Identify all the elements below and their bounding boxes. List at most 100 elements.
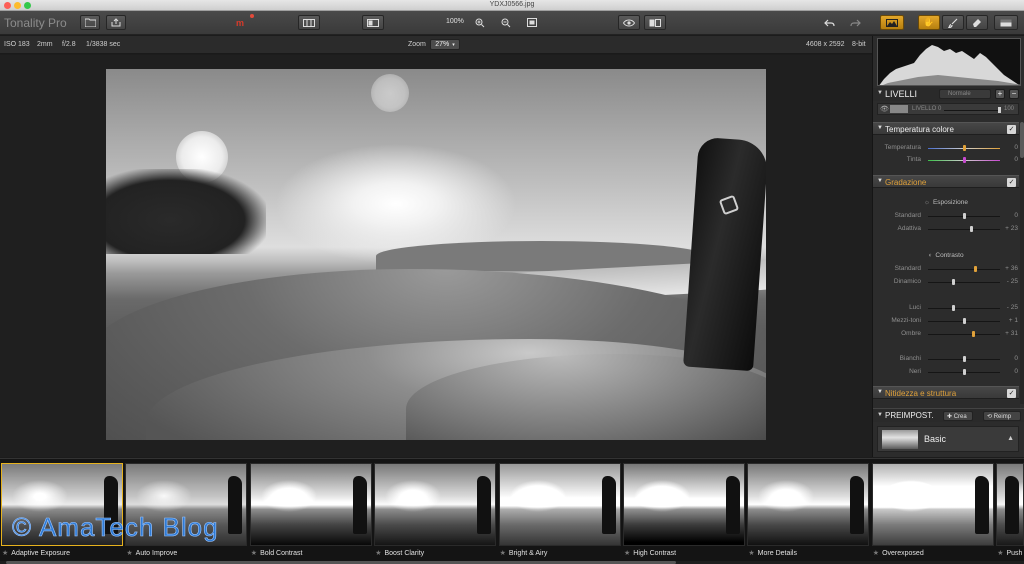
exposure-slider-row[interactable]: Adattiva + 23 xyxy=(873,225,1019,234)
temperature-slider-knob[interactable] xyxy=(963,157,966,163)
undo-button[interactable] xyxy=(820,15,838,30)
chevron-up-icon[interactable]: ▲ xyxy=(1007,435,1014,442)
preset-label[interactable]: ★ High Contrast xyxy=(624,549,676,559)
macphun-button[interactable]: m xyxy=(228,15,252,30)
favorite-star-icon[interactable]: ★ xyxy=(251,550,257,557)
favorite-star-icon[interactable]: ★ xyxy=(500,550,506,557)
temperature-slider-row[interactable]: Temperatura 0 xyxy=(873,144,1019,153)
tone-slider-track[interactable] xyxy=(928,334,1000,335)
tree-silhouette xyxy=(106,169,266,254)
panel-scrollbar-thumb[interactable] xyxy=(1020,122,1024,158)
favorite-star-icon[interactable]: ★ xyxy=(873,550,879,557)
refresh-icon: ⟲ xyxy=(987,414,994,420)
histogram xyxy=(877,38,1021,86)
hand-tool-button[interactable]: ✋ xyxy=(918,15,940,30)
preset-label[interactable]: ★ Bright & Airy xyxy=(500,549,548,559)
contrast-slider-knob[interactable] xyxy=(952,279,956,285)
fit-screen-icon xyxy=(527,18,537,27)
opacity-track[interactable] xyxy=(944,110,1000,111)
favorite-star-icon[interactable]: ★ xyxy=(748,550,754,557)
gradient-icon xyxy=(1000,19,1012,26)
layer-row[interactable]: 👁 LIVELLO 0 100 xyxy=(877,103,1019,115)
temperature-slider-knob[interactable] xyxy=(963,145,966,151)
preset-label[interactable]: ★ Adaptive Exposure xyxy=(2,549,70,559)
tone-slider-row[interactable]: Luci - 25 xyxy=(873,304,1019,313)
exposure-slider-knob[interactable] xyxy=(963,213,966,219)
tone-slider-row[interactable]: Mezzi-toni + 1 xyxy=(873,317,1019,326)
open-folder-button[interactable] xyxy=(80,15,100,30)
sharpness-section-header[interactable]: ▼ Nitidezza e struttura ✓ xyxy=(873,386,1019,399)
photo-preview[interactable] xyxy=(106,69,766,440)
preset-label[interactable]: ★ Auto Improve xyxy=(126,549,177,559)
favorite-star-icon[interactable]: ★ xyxy=(997,550,1003,557)
point-slider-row[interactable]: Neri 0 xyxy=(873,368,1019,377)
sharpness-enable-checkbox[interactable]: ✓ xyxy=(1007,389,1016,398)
preset-label[interactable]: ★ Boost Clarity xyxy=(375,549,424,559)
zoom-select[interactable]: 27% ▾ xyxy=(430,39,460,50)
gradation-enable-checkbox[interactable]: ✓ xyxy=(1007,178,1016,187)
preset-label[interactable]: ★ Bold Contrast xyxy=(251,549,303,559)
tone-slider-knob[interactable] xyxy=(971,331,975,337)
favorite-star-icon[interactable]: ★ xyxy=(2,550,8,557)
preset-preview-fin xyxy=(228,476,243,534)
gradient-tool-button[interactable] xyxy=(994,15,1018,30)
favorite-star-icon[interactable]: ★ xyxy=(624,550,630,557)
preset-thumbnail[interactable] xyxy=(623,463,745,546)
brush-tool-button[interactable] xyxy=(942,15,964,30)
eye-visibility-icon[interactable]: 👁 xyxy=(880,105,889,113)
preset-thumbnail[interactable] xyxy=(871,463,994,546)
histogram-tool-button[interactable] xyxy=(880,15,904,30)
contrast-slider-row[interactable]: Standard + 36 xyxy=(873,265,1019,274)
exposure-slider-knob[interactable] xyxy=(970,226,974,232)
point-slider-knob[interactable] xyxy=(963,356,966,362)
point-slider-row[interactable]: Bianchi 0 xyxy=(873,355,1019,364)
contrast-slider-knob[interactable] xyxy=(973,266,977,272)
blend-mode-select[interactable]: Normale xyxy=(939,89,991,99)
temperature-section-header[interactable]: ▼ Temperatura colore ✓ xyxy=(873,122,1019,135)
zoom-in-button[interactable] xyxy=(472,15,488,30)
remove-layer-button[interactable]: − xyxy=(1009,89,1019,99)
favorite-star-icon[interactable]: ★ xyxy=(375,550,381,557)
favorite-star-icon[interactable]: ★ xyxy=(126,550,132,557)
collapse-triangle-icon: ▼ xyxy=(877,90,883,96)
preset-label[interactable]: ★ Overexposed xyxy=(873,549,924,559)
preset-label-text: Bold Contrast xyxy=(260,550,303,557)
grid-view-button[interactable] xyxy=(298,15,320,30)
image-canvas[interactable] xyxy=(0,55,872,457)
opacity-knob[interactable] xyxy=(998,107,1001,113)
zoom-out-button[interactable] xyxy=(498,15,514,30)
contrast-slider-track[interactable] xyxy=(928,282,1000,283)
gradation-section-header[interactable]: ▼ Gradazione ✓ xyxy=(873,175,1019,188)
contrast-slider-value: + 36 xyxy=(1005,265,1018,272)
preset-label[interactable]: ★ More Details xyxy=(748,549,797,559)
reset-preset-button[interactable]: ⟲ Reimp xyxy=(983,411,1021,421)
preset-thumbnail[interactable] xyxy=(374,463,497,546)
exposure-slider-track[interactable] xyxy=(928,229,1000,230)
panel-scrollbar[interactable] xyxy=(1020,122,1024,404)
preset-thumbnail[interactable] xyxy=(249,463,372,546)
tone-slider-track[interactable] xyxy=(928,308,1000,309)
share-button[interactable] xyxy=(106,15,126,30)
current-preset[interactable]: Basic ▲ xyxy=(877,426,1019,452)
preset-thumbnail[interactable] xyxy=(996,463,1024,546)
preview-toggle-button[interactable] xyxy=(618,15,640,30)
redo-button[interactable] xyxy=(846,15,864,30)
tone-slider-row[interactable]: Ombre + 31 xyxy=(873,330,1019,339)
fit-to-screen-button[interactable] xyxy=(524,15,540,30)
preset-label[interactable]: ★Push High xyxy=(997,549,1024,559)
tone-slider-knob[interactable] xyxy=(963,318,966,324)
contrast-slider-track[interactable] xyxy=(928,269,1000,270)
tone-slider-knob[interactable] xyxy=(952,305,956,311)
before-after-button[interactable] xyxy=(644,15,666,30)
preset-thumbnail[interactable] xyxy=(498,463,621,546)
preset-thumbnail[interactable] xyxy=(747,463,870,546)
eraser-tool-button[interactable] xyxy=(966,15,988,30)
compare-view-button[interactable] xyxy=(362,15,384,30)
exposure-slider-row[interactable]: Standard 0 xyxy=(873,212,1019,221)
create-preset-button[interactable]: ✚ Crea xyxy=(943,411,973,421)
temperature-slider-row[interactable]: Tinta 0 xyxy=(873,156,1019,165)
point-slider-knob[interactable] xyxy=(963,369,966,375)
add-layer-button[interactable]: + xyxy=(995,89,1005,99)
contrast-slider-row[interactable]: Dinamico - 25 xyxy=(873,278,1019,287)
temperature-enable-checkbox[interactable]: ✓ xyxy=(1007,125,1016,134)
